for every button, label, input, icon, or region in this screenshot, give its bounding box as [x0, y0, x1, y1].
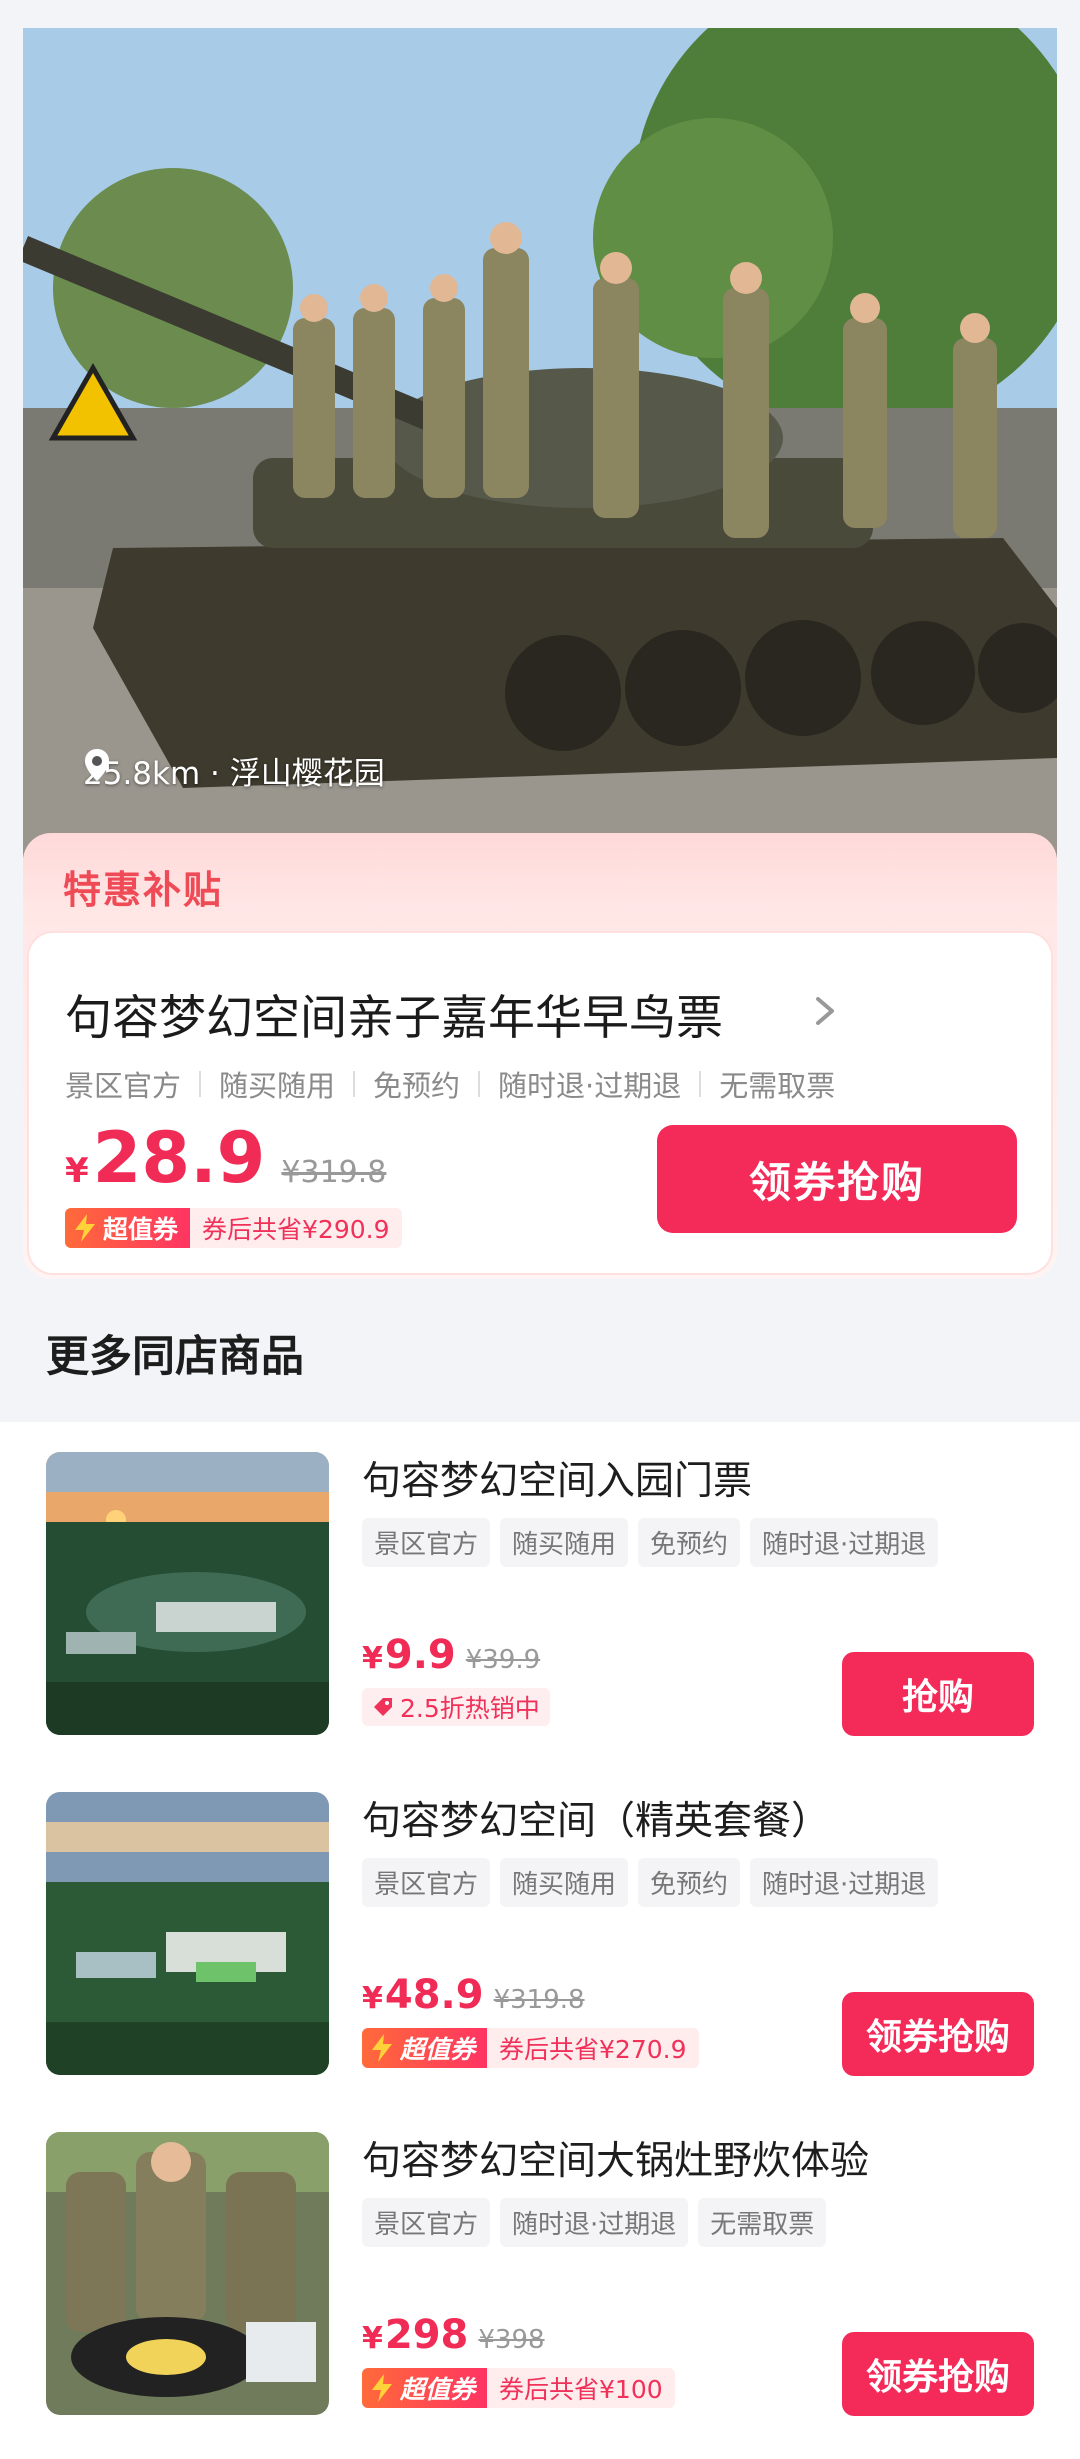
chevron-right-icon[interactable]: [804, 991, 844, 1031]
product-tags: 景区官方 随买随用 免预约 随时退·过期退: [362, 1858, 939, 1907]
product-price-value: 9.9: [384, 1632, 456, 1678]
hero-location-text: 25.8km · 浮山樱花园: [83, 756, 385, 792]
coupon-badge-label: 超值券: [400, 2035, 476, 2064]
currency-symbol: ¥: [362, 1641, 383, 1676]
product-original-price: ¥398: [478, 2325, 545, 2355]
coupon-badge-label: 超值券: [400, 2375, 476, 2404]
product-price-value: 298: [384, 2312, 469, 2358]
deal-card-body[interactable]: 句容梦幻空间亲子嘉年华早鸟票 景区官方 随买随用 免预约 随时退·过期退 无需取…: [27, 931, 1053, 1275]
product-tag: 随买随用: [500, 1858, 629, 1907]
currency-symbol: ¥: [362, 1981, 383, 2016]
product-tag: 随时退·过期退: [750, 1518, 939, 1567]
product-tag: 随时退·过期退: [750, 1858, 939, 1907]
deal-original-price: ¥319.8: [281, 1155, 387, 1190]
product-tag: 随时退·过期退: [500, 2198, 689, 2247]
product-thumbnail[interactable]: [46, 1452, 329, 1735]
coupon-badge: 超值券: [65, 1208, 191, 1248]
discount-badge: 2.5折热销中: [362, 1688, 550, 1726]
location-pin-icon: [85, 749, 109, 781]
product-tag: 无需取票: [698, 2198, 827, 2247]
product-tag: 景区官方: [362, 1858, 491, 1907]
product-coupon: 超值券 券后共省¥270.9: [362, 2028, 699, 2068]
price-tag-icon: [374, 1698, 392, 1716]
product-tag: 随买随用: [500, 1518, 629, 1567]
list-item[interactable]: 句容梦幻空间入园门票 景区官方 随买随用 免预约 随时退·过期退 ¥ 9.9 ¥…: [0, 1422, 1080, 1762]
product-tags: 景区官方 随买随用 免预约 随时退·过期退: [362, 1518, 939, 1567]
deal-tag: 无需取票: [719, 1069, 836, 1103]
claim-and-buy-button[interactable]: 领券抢购: [842, 1992, 1034, 2076]
coupon-savings: 券后共省¥290.9: [202, 1215, 390, 1244]
product-tags: 景区官方 随时退·过期退 无需取票: [362, 2198, 827, 2247]
coupon-badge-label: 超值券: [103, 1215, 179, 1244]
product-tag: 景区官方: [362, 1518, 491, 1567]
lightning-icon: [372, 2374, 392, 2402]
hero-image[interactable]: 25.8km · 浮山樱花园: [23, 28, 1057, 858]
discount-badge-label: 2.5折热销中: [400, 1694, 540, 1723]
product-price-value: 48.9: [384, 1972, 484, 2018]
section-title: 更多同店商品: [46, 1332, 304, 1382]
product-original-price: ¥39.9: [465, 1645, 541, 1675]
lightning-icon: [372, 2034, 392, 2062]
product-thumbnail[interactable]: [46, 2132, 329, 2415]
product-price: ¥ 298 ¥398: [362, 2312, 545, 2358]
lightning-icon: [75, 1214, 95, 1242]
kids-cooking-photo: [46, 2132, 329, 2415]
product-price: ¥ 48.9 ¥319.8: [362, 1972, 585, 2018]
tank-photo: [23, 28, 1057, 858]
currency-symbol: ¥: [65, 1151, 89, 1191]
deal-price-value: 28.9: [92, 1117, 266, 1199]
buy-button[interactable]: 抢购: [842, 1652, 1034, 1736]
coupon-savings: 券后共省¥100: [499, 2375, 663, 2404]
product-tag: 景区官方: [362, 2198, 491, 2247]
coupon-badge: 超值券: [362, 2368, 488, 2408]
coupon-badge: 超值券: [362, 2028, 488, 2068]
deal-coupon: 超值券 券后共省¥290.9: [65, 1208, 402, 1248]
deal-tag: 随时退·过期退: [498, 1069, 682, 1103]
product-thumbnail[interactable]: [46, 1792, 329, 2075]
product-title[interactable]: 句容梦幻空间入园门票: [362, 1450, 752, 1506]
product-tag: 免预约: [638, 1858, 741, 1907]
claim-and-buy-button[interactable]: 领券抢购: [842, 2332, 1034, 2416]
product-list: 句容梦幻空间入园门票 景区官方 随买随用 免预约 随时退·过期退 ¥ 9.9 ¥…: [0, 1422, 1080, 2459]
product-title[interactable]: 句容梦幻空间（精英套餐）: [362, 1790, 830, 1846]
product-tag: 免预约: [638, 1518, 741, 1567]
promo-label: 特惠补贴: [63, 868, 224, 912]
deal-title[interactable]: 句容梦幻空间亲子嘉年华早鸟票: [65, 979, 723, 1048]
deal-tag: 景区官方: [65, 1069, 182, 1103]
product-title[interactable]: 句容梦幻空间大锅灶野炊体验: [362, 2130, 869, 2186]
product-original-price: ¥319.8: [493, 1985, 585, 2015]
product-coupon: 超值券 券后共省¥100: [362, 2368, 675, 2408]
hero-location[interactable]: 25.8km · 浮山樱花园: [83, 748, 385, 793]
claim-and-buy-button[interactable]: 领券抢购: [657, 1125, 1017, 1233]
deal-price: ¥ 28.9 ¥319.8: [65, 1123, 386, 1193]
deal-card: 特惠补贴 句容梦幻空间亲子嘉年华早鸟票 景区官方 随买随用 免预约 随时退·过期…: [23, 833, 1057, 1279]
deal-tag: 随买随用: [219, 1069, 336, 1103]
aerial-park-photo: [46, 1792, 329, 2075]
list-item[interactable]: 句容梦幻空间大锅灶野炊体验 景区官方 随时退·过期退 无需取票 ¥ 298 ¥3…: [0, 2102, 1080, 2442]
coupon-savings: 券后共省¥270.9: [499, 2035, 687, 2064]
currency-symbol: ¥: [362, 2321, 383, 2356]
list-item[interactable]: 句容梦幻空间（精英套餐） 景区官方 随买随用 免预约 随时退·过期退 ¥ 48.…: [0, 1762, 1080, 2102]
deal-tags: 景区官方 随买随用 免预约 随时退·过期退 无需取票: [65, 1063, 835, 1105]
product-price: ¥ 9.9 ¥39.9: [362, 1632, 540, 1678]
aerial-sunset-photo: [46, 1452, 329, 1735]
deal-tag: 免预约: [373, 1069, 461, 1103]
